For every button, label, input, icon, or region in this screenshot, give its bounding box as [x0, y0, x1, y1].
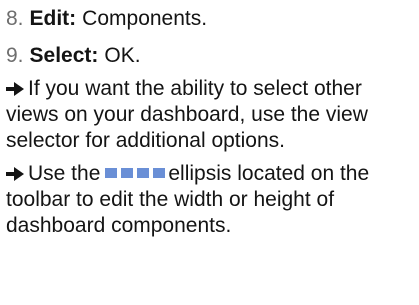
tip-view-selector: If you want the ability to select other …: [6, 76, 416, 154]
step-number: 8.: [6, 7, 24, 30]
ellipsis-icon: [105, 168, 166, 178]
instruction-document: 8. Edit: Components. 9. Select: OK. If you w…: [6, 0, 416, 239]
step-text: Components.: [82, 7, 208, 30]
tip-text-before: Use the: [28, 162, 101, 185]
step-action: Edit:: [29, 7, 77, 30]
right-arrow-icon: [6, 167, 24, 181]
step-number: 9.: [6, 44, 24, 67]
tip-ellipsis: Use the ellipsis located on the toolbar …: [6, 161, 416, 239]
step-text: OK.: [104, 44, 141, 67]
step-9: 9. Select: OK.: [6, 37, 416, 74]
step-8: 8. Edit: Components.: [6, 0, 416, 37]
right-arrow-icon: [6, 82, 24, 96]
step-action: Select:: [29, 44, 99, 67]
tip-text: If you want the ability to select other …: [6, 77, 368, 152]
